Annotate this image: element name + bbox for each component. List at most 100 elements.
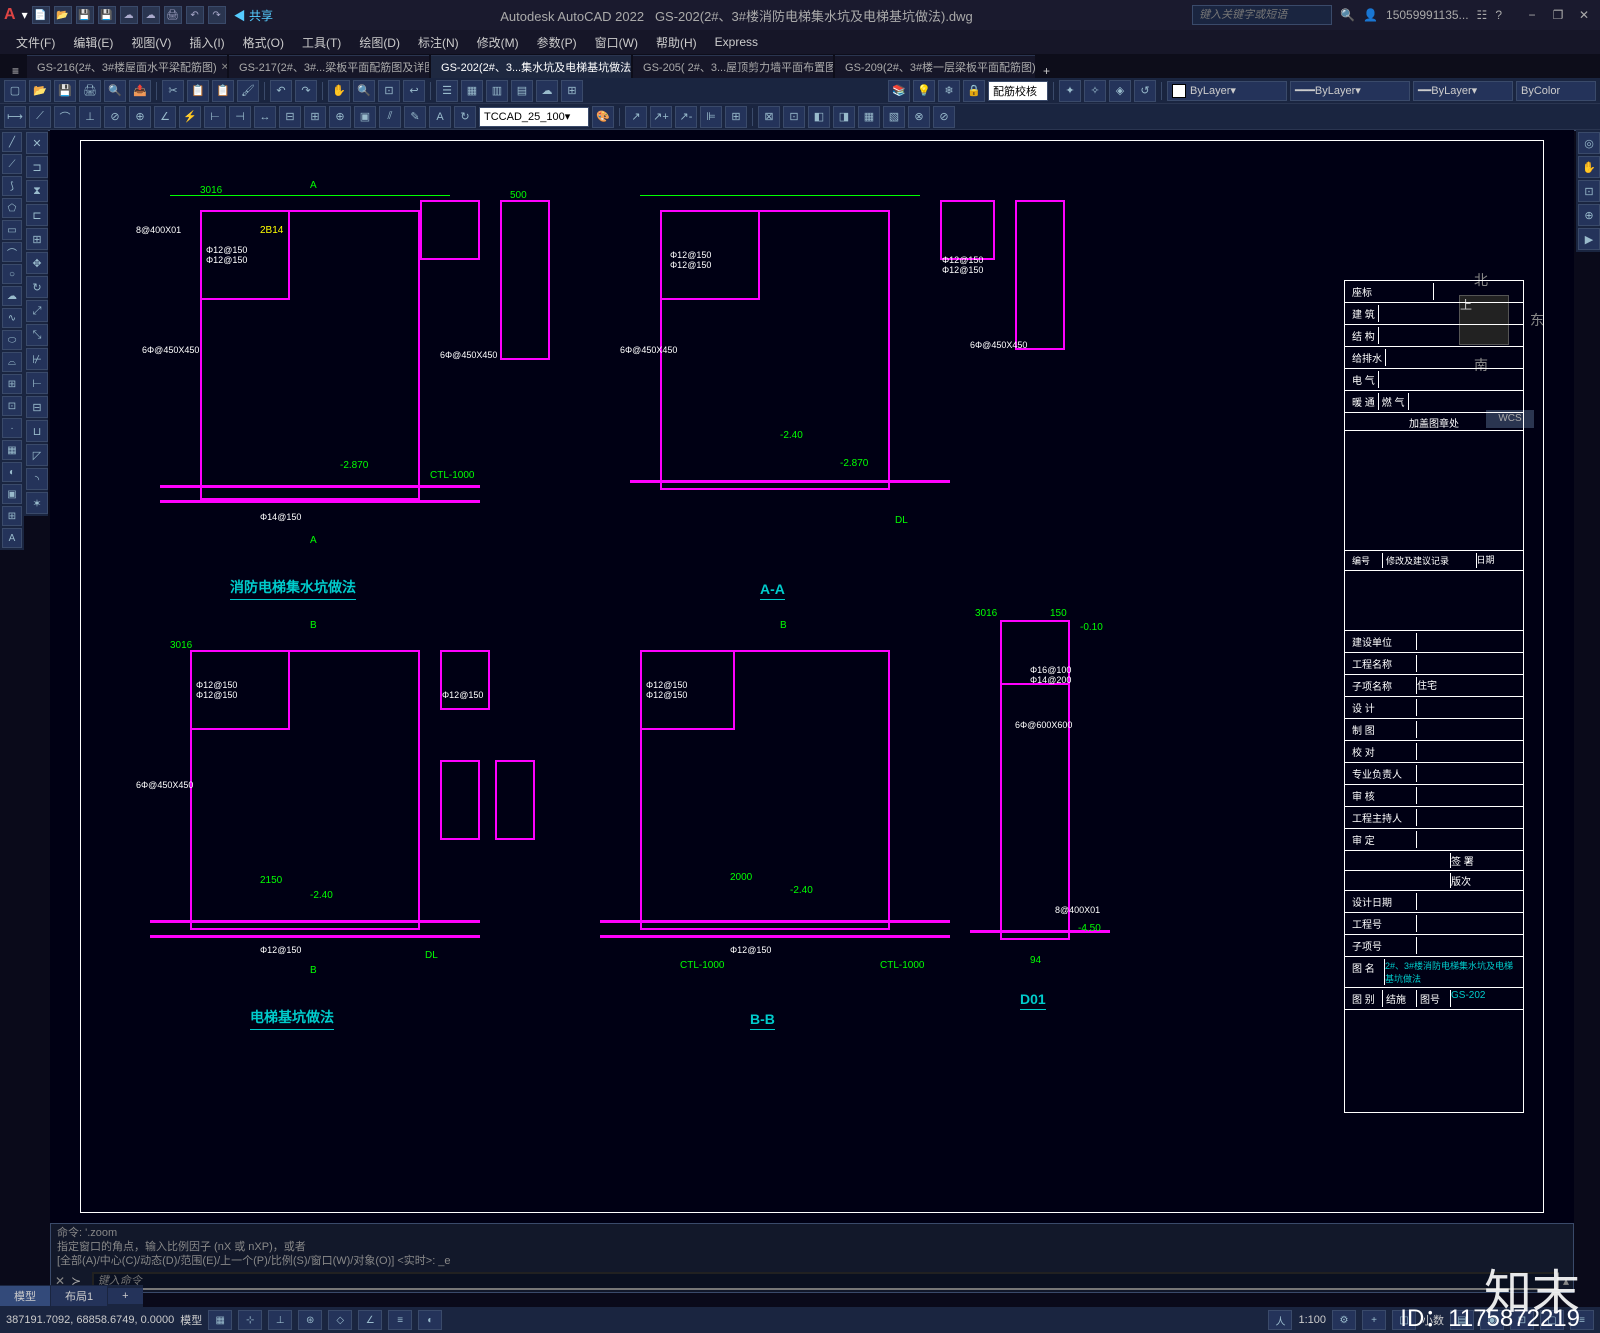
layer-off-icon[interactable]: 💡 xyxy=(913,80,935,102)
save-icon[interactable]: 💾 xyxy=(54,80,76,102)
zoom-rt-icon[interactable]: 🔍 xyxy=(353,80,375,102)
mirror-icon[interactable]: ⧗ xyxy=(26,180,48,202)
extend-icon[interactable]: ⊢ xyxy=(26,372,48,394)
open-icon[interactable]: 📂 xyxy=(54,6,72,24)
transparency-icon[interactable]: ◐ xyxy=(418,1310,442,1330)
doc-tab[interactable]: GS-216(2#、3#楼屋面水平梁配筋图)✕ xyxy=(27,55,227,78)
trim-icon[interactable]: ⊬ xyxy=(26,348,48,370)
tolerance-icon[interactable]: ⊞ xyxy=(304,106,326,128)
share-link[interactable]: ◀ 共享 xyxy=(234,7,273,24)
preview-icon[interactable]: 🔍 xyxy=(104,80,126,102)
layer-lock-icon[interactable]: 🔒 xyxy=(963,80,985,102)
xline-icon[interactable]: ⟋ xyxy=(2,154,22,174)
stretch-icon[interactable]: ⤡ xyxy=(26,324,48,346)
tcc-tool-icon[interactable]: ⊠ xyxy=(758,106,780,128)
pan-icon[interactable]: ✋ xyxy=(1578,156,1600,178)
polar-toggle-icon[interactable]: ⊛ xyxy=(298,1310,322,1330)
layer-make-icon[interactable]: ◈ xyxy=(1109,80,1131,102)
model-tab[interactable]: 模型 xyxy=(0,1286,50,1306)
layer-prev-icon[interactable]: ↺ xyxy=(1134,80,1156,102)
polygon-icon[interactable]: ⬠ xyxy=(2,198,22,218)
dimaligned-icon[interactable]: ⟋ xyxy=(29,106,51,128)
scale-label[interactable]: 1:100 xyxy=(1298,1314,1326,1326)
spline-icon[interactable]: ∿ xyxy=(2,308,22,328)
line-icon[interactable]: ╱ xyxy=(2,132,22,152)
redo-icon[interactable]: ↷ xyxy=(295,80,317,102)
restore-button[interactable]: ❐ xyxy=(1546,5,1570,25)
centermark-icon[interactable]: ⊕ xyxy=(329,106,351,128)
menu-file[interactable]: 文件(F) xyxy=(8,34,63,51)
layer-freeze-icon[interactable]: ❄ xyxy=(938,80,960,102)
tcc-tool-icon[interactable]: ▦ xyxy=(858,106,880,128)
mleader-icon[interactable]: ↗ xyxy=(625,106,647,128)
doc-tab[interactable]: GS-205( 2#、3...屋顶剪力墙平面布置图)*✕ xyxy=(633,55,833,78)
new-icon[interactable]: 📄 xyxy=(32,6,50,24)
region-icon[interactable]: ▣ xyxy=(2,484,22,504)
mleader-align-icon[interactable]: ⊫ xyxy=(700,106,722,128)
properties-icon[interactable]: ☰ xyxy=(436,80,458,102)
dimspace-icon[interactable]: ↔ xyxy=(254,106,276,128)
minimize-button[interactable]: − xyxy=(1520,5,1544,25)
mleader-add-icon[interactable]: ↗+ xyxy=(650,106,672,128)
dimupdate-icon[interactable]: ↻ xyxy=(454,106,476,128)
signin-icon[interactable]: 👤 xyxy=(1363,8,1378,22)
command-input[interactable] xyxy=(92,1272,1559,1290)
menu-view[interactable]: 视图(V) xyxy=(123,34,179,51)
saveas-icon[interactable]: 💾 xyxy=(98,6,116,24)
username[interactable]: 15059991135... xyxy=(1386,8,1469,22)
tcc-tool-icon[interactable]: ⊡ xyxy=(783,106,805,128)
dimdiameter-icon[interactable]: ⊕ xyxy=(129,106,151,128)
add-layout-tab[interactable]: + xyxy=(108,1288,142,1304)
array-icon[interactable]: ⊞ xyxy=(26,228,48,250)
dimradius-icon[interactable]: ⊘ xyxy=(104,106,126,128)
osnap-toggle-icon[interactable]: ◇ xyxy=(328,1310,352,1330)
undo-icon[interactable]: ↶ xyxy=(270,80,292,102)
dimangular-icon[interactable]: ∠ xyxy=(154,106,176,128)
ellipse-icon[interactable]: ⬭ xyxy=(2,330,22,350)
design-center-icon[interactable]: ▦ xyxy=(461,80,483,102)
menu-draw[interactable]: 绘图(D) xyxy=(351,34,408,51)
web-open-icon[interactable]: ☁ xyxy=(120,6,138,24)
publish-icon[interactable]: 📤 xyxy=(129,80,151,102)
insert-block-icon[interactable]: ⊞ xyxy=(2,374,22,394)
dimtedit-icon[interactable]: A xyxy=(429,106,451,128)
erase-icon[interactable]: ✕ xyxy=(26,132,48,154)
steering-wheel-icon[interactable]: ◎ xyxy=(1578,132,1600,154)
open-icon[interactable]: 📂 xyxy=(29,80,51,102)
menu-help[interactable]: 帮助(H) xyxy=(648,34,705,51)
zoom-extents-icon[interactable]: ⊡ xyxy=(1578,180,1600,202)
layer-uniso-icon[interactable]: ✧ xyxy=(1084,80,1106,102)
revcloud-icon[interactable]: ☁ xyxy=(2,286,22,306)
ortho-toggle-icon[interactable]: ⊥ xyxy=(268,1310,292,1330)
web-save-icon[interactable]: ☁ xyxy=(142,6,160,24)
close-button[interactable]: ✕ xyxy=(1572,5,1596,25)
menu-window[interactable]: 窗口(W) xyxy=(587,34,646,51)
copy-icon[interactable]: ⊐ xyxy=(26,156,48,178)
doc-tab[interactable]: GS-217(2#、3#...梁板平面配筋图及详图)✕ xyxy=(229,55,429,78)
mleader-rm-icon[interactable]: ↗- xyxy=(675,106,697,128)
save-icon[interactable]: 💾 xyxy=(76,6,94,24)
app-menu-arrow-icon[interactable]: ▾ xyxy=(22,8,28,22)
join-icon[interactable]: ⊔ xyxy=(26,420,48,442)
menu-express[interactable]: Express xyxy=(707,35,766,49)
menu-insert[interactable]: 插入(I) xyxy=(181,34,232,51)
tcc-tool-icon[interactable]: ⊘ xyxy=(933,106,955,128)
fillet-icon[interactable]: ◝ xyxy=(26,468,48,490)
pline-icon[interactable]: ⟆ xyxy=(2,176,22,196)
dimarc-icon[interactable]: ⌒ xyxy=(54,106,76,128)
menu-format[interactable]: 格式(O) xyxy=(235,34,292,51)
plot-icon[interactable]: 🖨 xyxy=(164,6,182,24)
layer-combo[interactable]: ByLayer ▾ xyxy=(1167,81,1287,101)
circle-icon[interactable]: ○ xyxy=(2,264,22,284)
orbit-icon[interactable]: ⊕ xyxy=(1578,204,1600,226)
menu-dimension[interactable]: 标注(N) xyxy=(410,34,467,51)
text-icon[interactable]: A xyxy=(2,528,22,548)
make-block-icon[interactable]: ⊡ xyxy=(2,396,22,416)
offset-icon[interactable]: ⊏ xyxy=(26,204,48,226)
model-space-label[interactable]: 模型 xyxy=(180,1312,202,1328)
ellipse-arc-icon[interactable]: ⌓ xyxy=(2,352,22,372)
dimquick-icon[interactable]: ⚡ xyxy=(179,106,201,128)
gradient-icon[interactable]: ◐ xyxy=(2,462,22,482)
snap-toggle-icon[interactable]: ⊹ xyxy=(238,1310,262,1330)
rotate-icon[interactable]: ↻ xyxy=(26,276,48,298)
